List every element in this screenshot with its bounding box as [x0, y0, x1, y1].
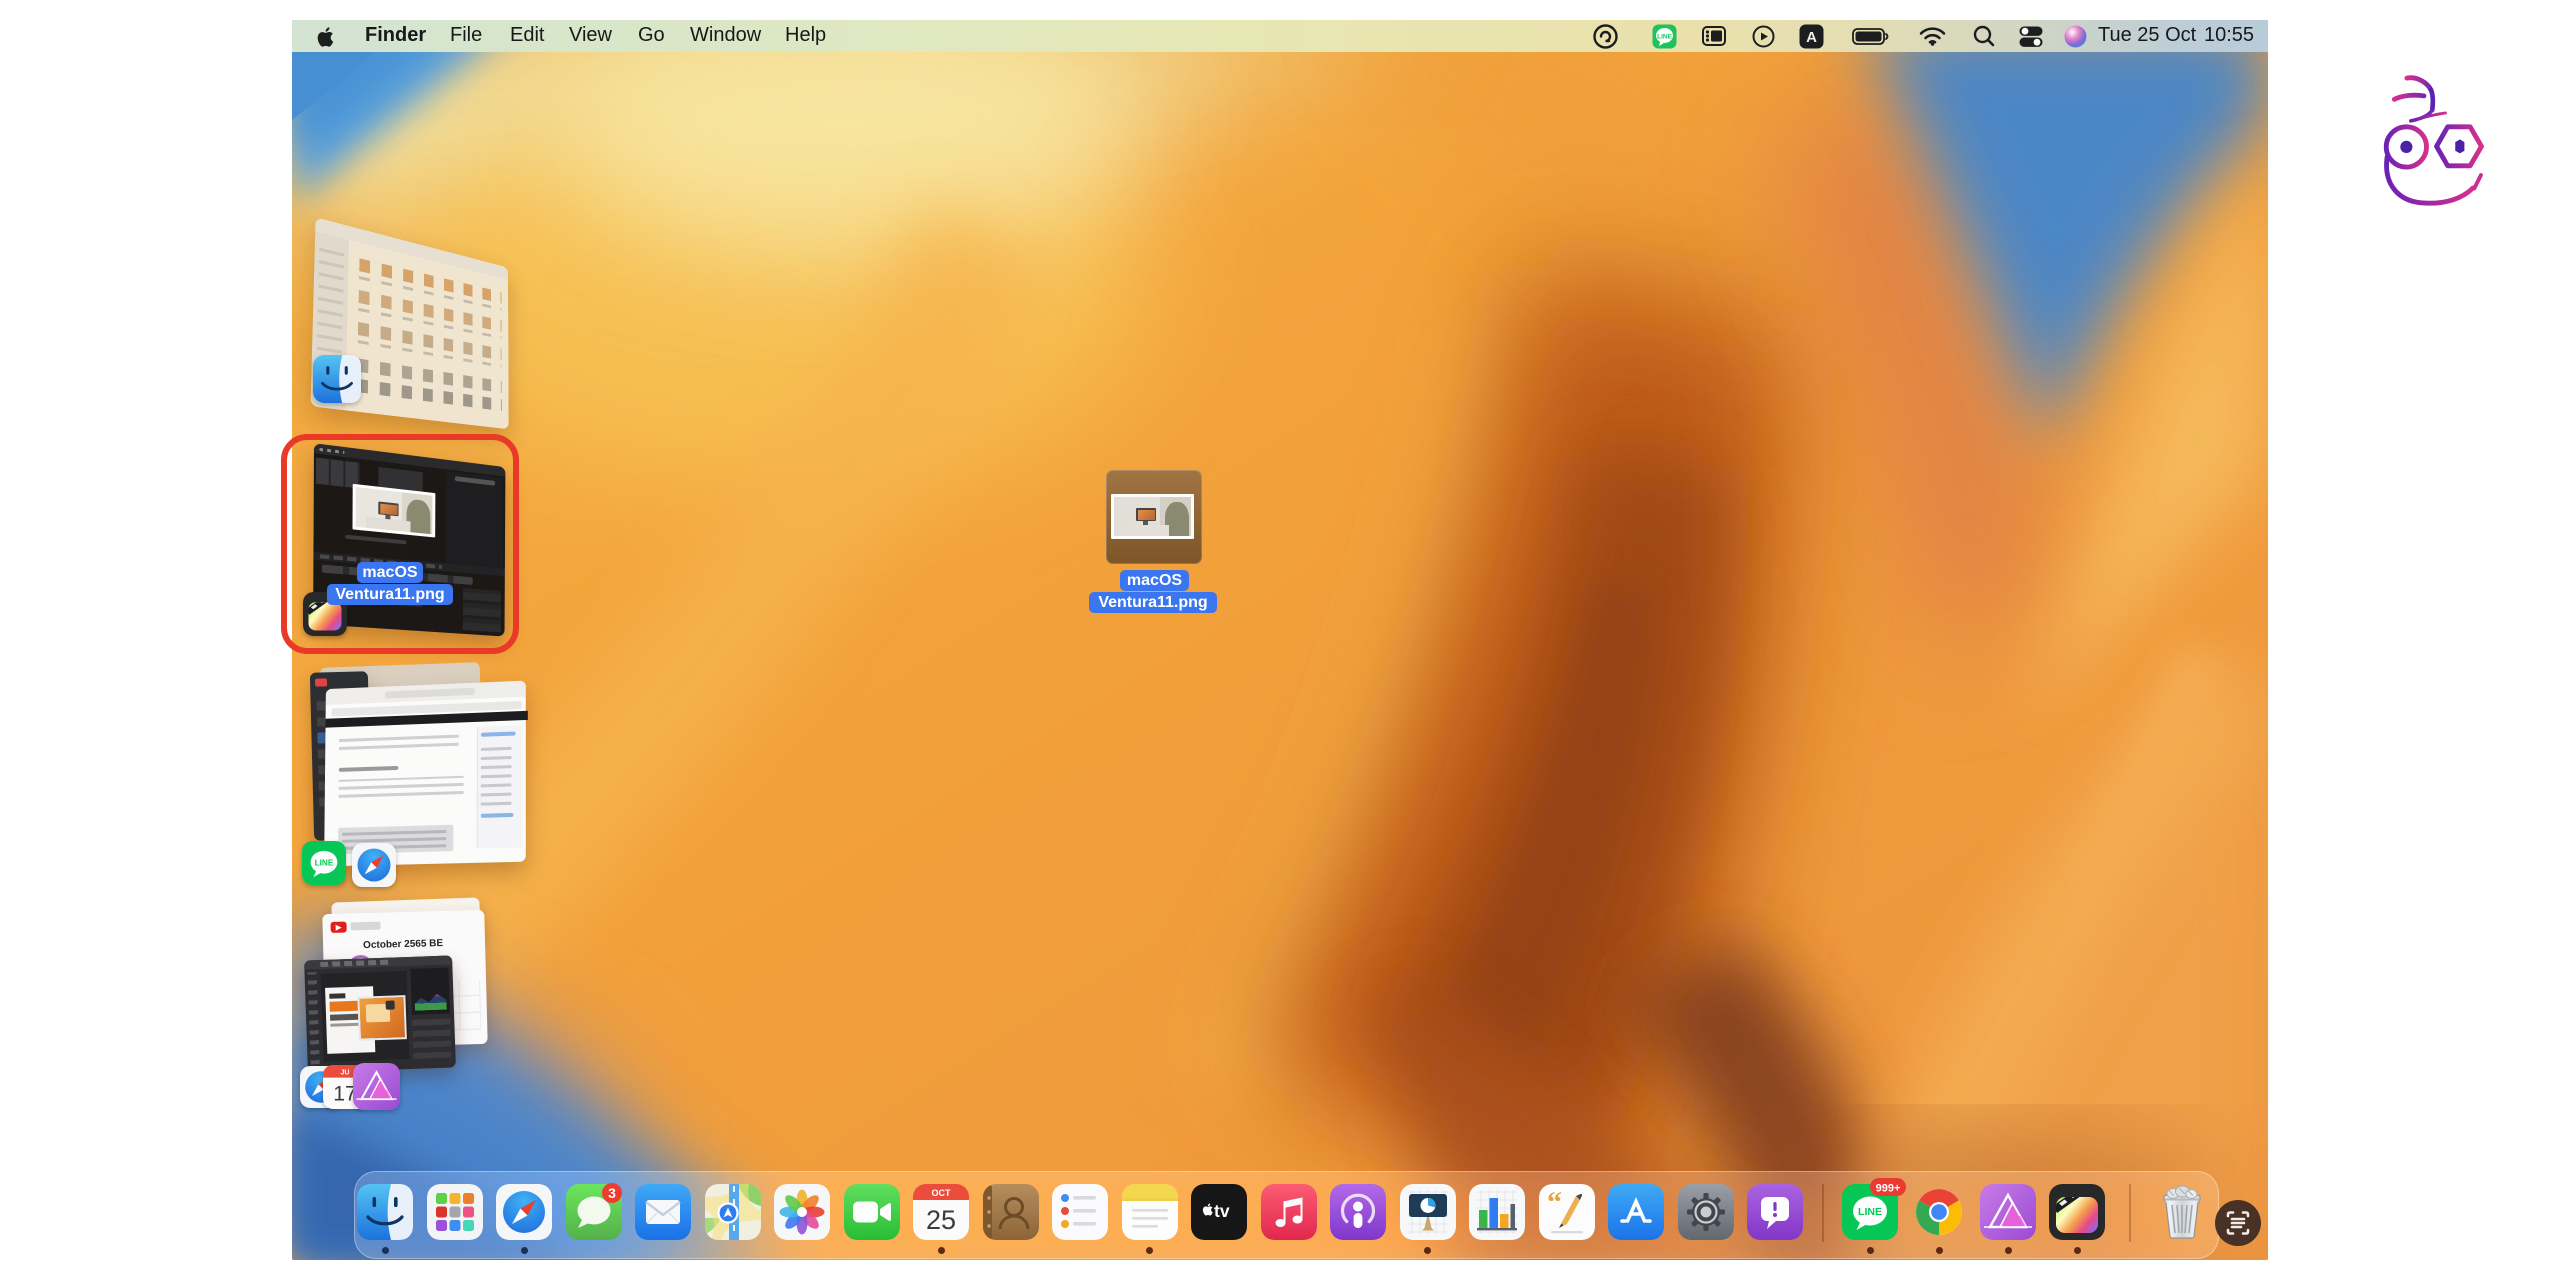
svg-text:A: A — [1806, 29, 1817, 46]
svg-text:LINE: LINE — [1858, 1206, 1882, 1218]
svg-text:LINE: LINE — [1657, 34, 1672, 41]
svg-text:25: 25 — [926, 1205, 956, 1235]
svg-text:tv: tv — [1214, 1201, 1230, 1221]
svg-text:JU: JU — [340, 1069, 349, 1076]
svg-text:3: 3 — [608, 1185, 616, 1201]
svg-text:LINE: LINE — [315, 858, 334, 867]
svg-text:999+: 999+ — [1876, 1183, 1901, 1195]
svg-text:OCT: OCT — [932, 1188, 952, 1198]
svg-text:“: “ — [1547, 1186, 1562, 1219]
